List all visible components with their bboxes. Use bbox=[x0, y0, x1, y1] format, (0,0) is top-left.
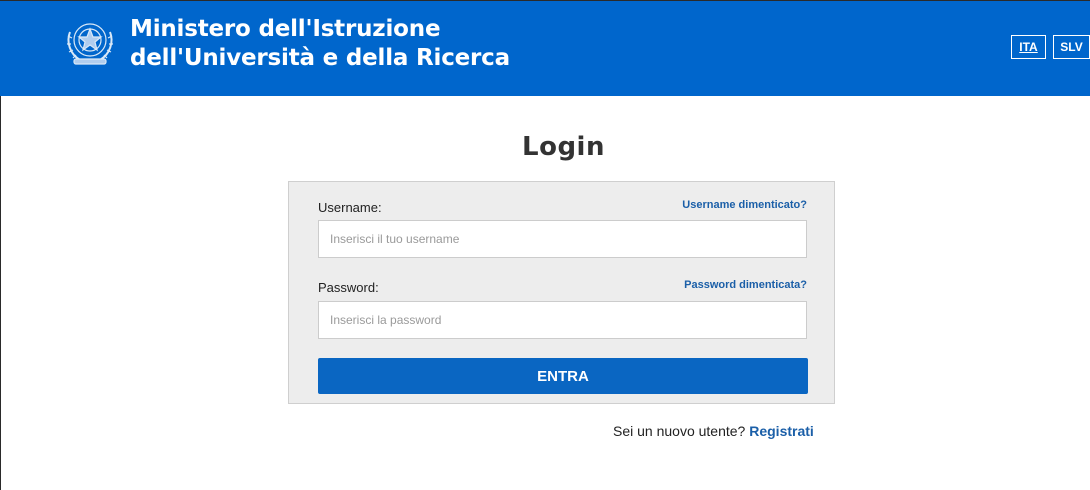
password-input[interactable] bbox=[318, 301, 807, 339]
register-link[interactable]: Registrati bbox=[749, 423, 814, 439]
language-slv-label: SLV bbox=[1060, 40, 1083, 54]
language-ita-label: ITA bbox=[1019, 40, 1038, 54]
forgot-username-link[interactable]: Username dimenticato? bbox=[682, 199, 807, 211]
italian-republic-emblem-icon bbox=[67, 23, 113, 65]
username-input[interactable] bbox=[318, 220, 807, 258]
ministry-name-line2: dell'Università e della Ricerca bbox=[130, 45, 510, 71]
new-user-text: Sei un nuovo utente? bbox=[613, 423, 746, 439]
page-title: Login bbox=[522, 132, 605, 162]
ministry-name: Ministero dell'Istruzione dell'Universit… bbox=[130, 15, 510, 73]
site-header: Ministero dell'Istruzione dell'Universit… bbox=[0, 1, 1090, 96]
forgot-password-link[interactable]: Password dimenticata? bbox=[684, 279, 807, 291]
ministry-name-line1: Ministero dell'Istruzione bbox=[130, 16, 441, 42]
login-submit-button[interactable]: ENTRA bbox=[318, 358, 808, 394]
register-prompt: Sei un nuovo utente? Registrati bbox=[613, 423, 814, 439]
login-form: Username: Username dimenticato? Password… bbox=[288, 181, 835, 404]
password-label: Password: bbox=[318, 280, 379, 295]
language-slv-button[interactable]: SLV bbox=[1053, 35, 1090, 59]
language-ita-button[interactable]: ITA bbox=[1011, 35, 1046, 59]
username-label: Username: bbox=[318, 200, 382, 215]
